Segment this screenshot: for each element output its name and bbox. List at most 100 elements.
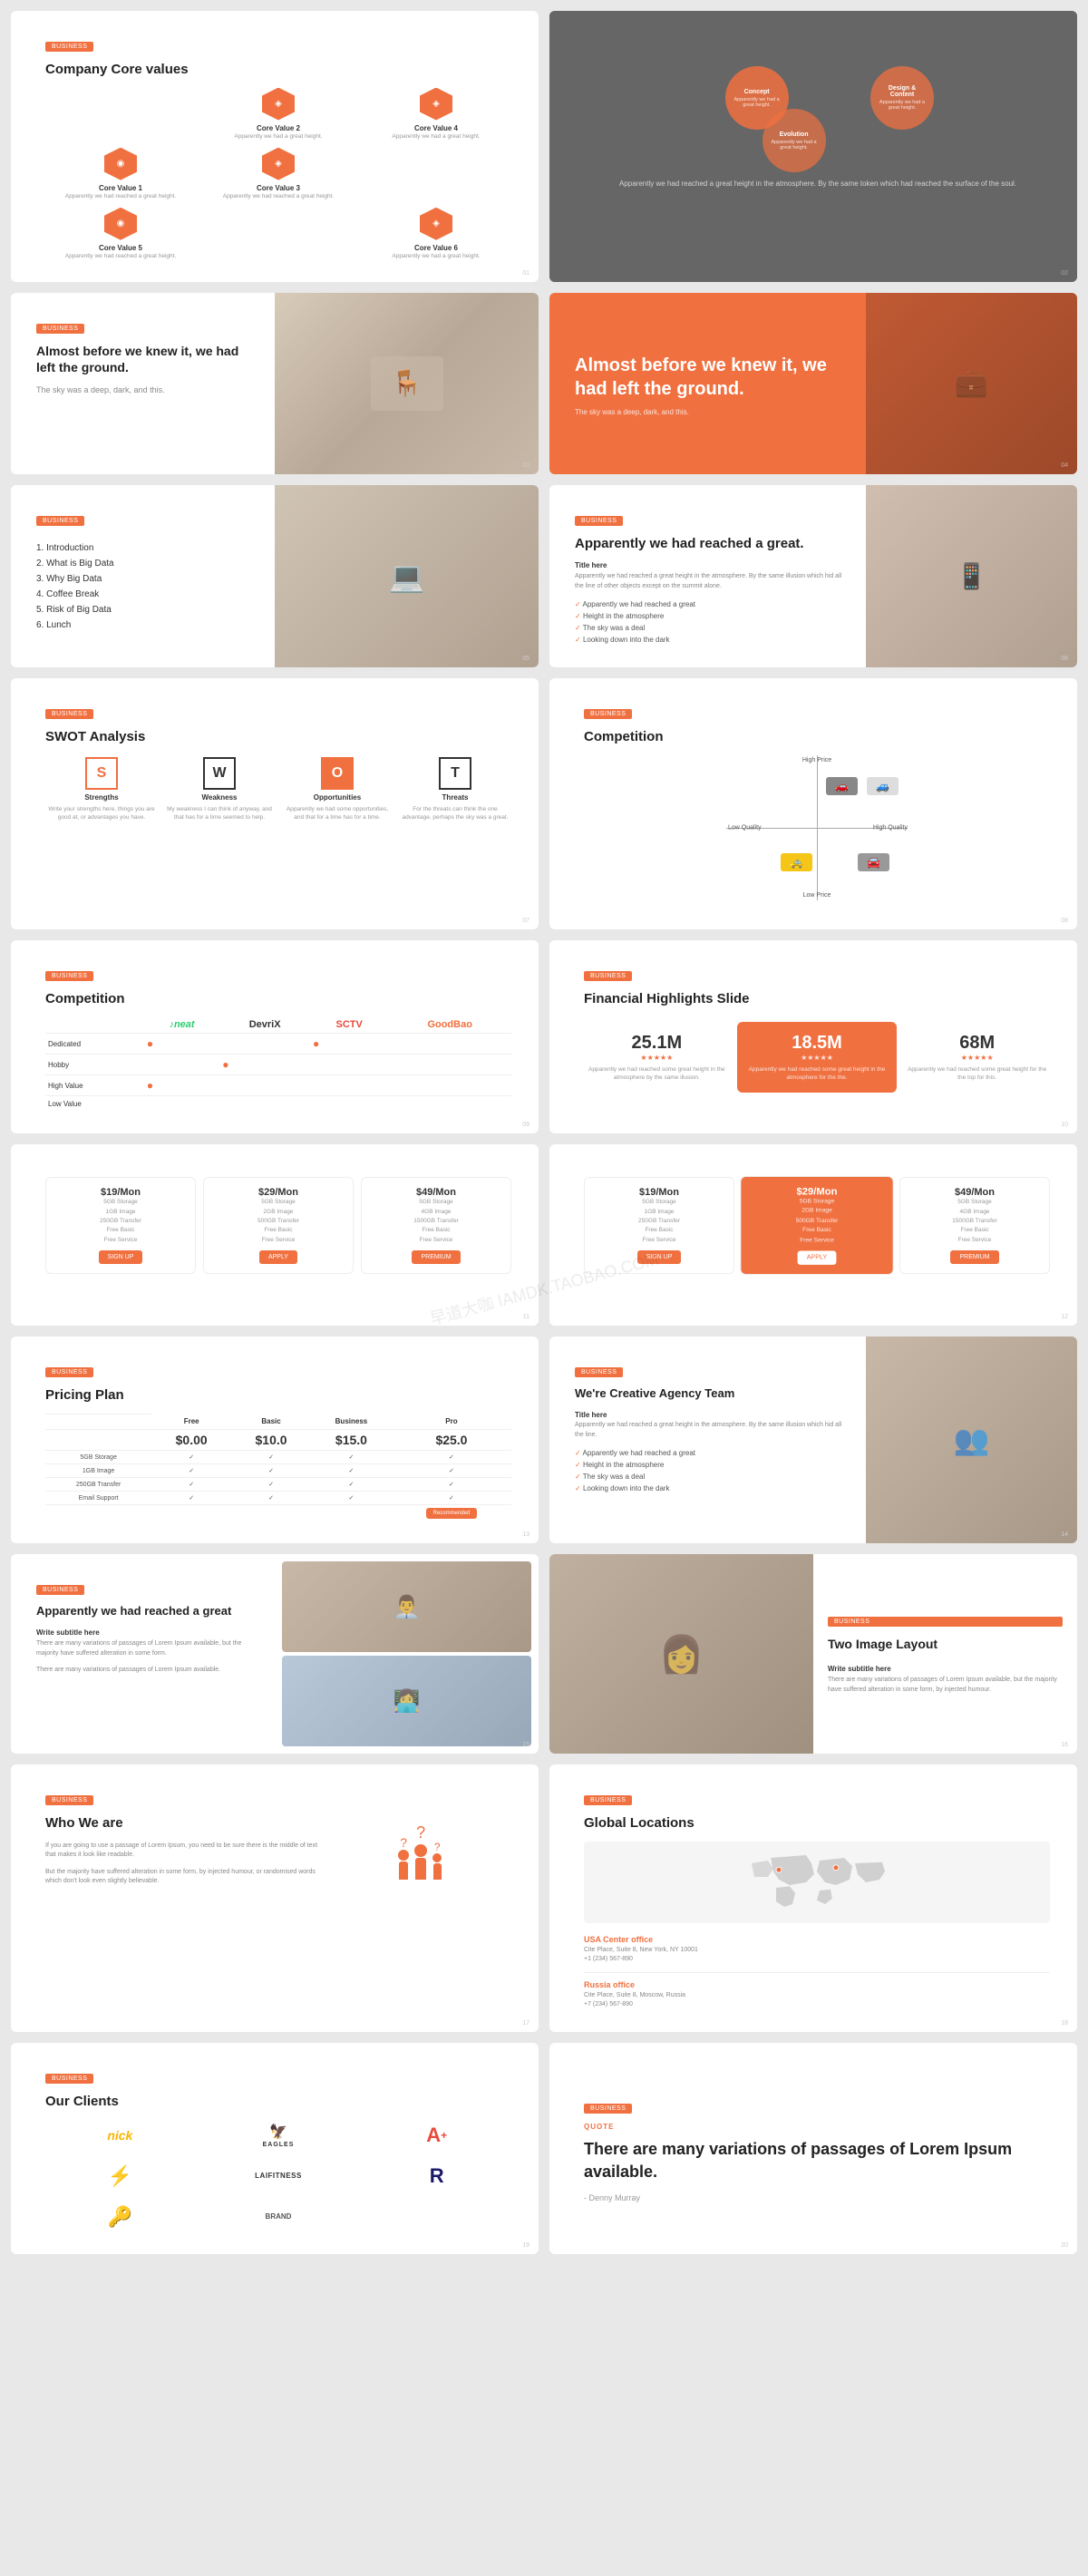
competitor-sctv: SCTV: [336, 1019, 363, 1030]
slide-title: Our Clients: [45, 2093, 511, 2111]
table-row: High Value ●: [45, 1075, 511, 1096]
price-card-49-v2: $49/Mon 5GB Storage4GB Image1500GB Trans…: [899, 1177, 1050, 1274]
slide-tag: BUSINESS: [584, 971, 632, 981]
russia-office-name: Russia office: [584, 1980, 1050, 1989]
slide-number: 19: [522, 2242, 529, 2249]
slide-almost-orange: Almost before we knew it, we had left th…: [549, 293, 1077, 474]
who-desc2: But the majority have suffered alteratio…: [45, 1868, 319, 1887]
swot-t: T Threats For the threats can think the …: [399, 757, 511, 821]
table-row: Low Value: [45, 1096, 511, 1113]
swot-w: W Weakness My weakness I can think of an…: [163, 757, 276, 821]
apply-button-v2[interactable]: APPLY: [798, 1251, 837, 1265]
slide-tag: BUSINESS: [45, 1367, 93, 1377]
slide-number: 17: [522, 2020, 529, 2027]
who-desc1: If you are going to use a passage of Lor…: [45, 1842, 319, 1861]
slide-almost-photo: BUSINESS Almost before we knew it, we ha…: [11, 293, 539, 474]
slide-tag: BUSINESS: [36, 324, 84, 334]
slide-title: Quote: [584, 2123, 1050, 2131]
slide-title: Two Image Layout: [828, 1636, 1063, 1652]
core-value-6: ◈ Core Value 6 Apparently we had a great…: [361, 208, 511, 260]
slide-number: 20: [1061, 2242, 1068, 2249]
russia-office-addr: Cite Place, Suite 8, Moscow, Russia+7 (2…: [584, 1991, 1050, 2010]
client-eagles: 🦅EAGLES: [204, 2119, 354, 2151]
agenda-list: 1. Introduction 2. What is Big Data 3. W…: [36, 540, 260, 633]
slide-tag: BUSINESS: [828, 1617, 1063, 1627]
client-key: 🔑: [45, 2201, 195, 2232]
slide-competition-matrix: BUSINESS Competition High Price Low Pric…: [549, 678, 1077, 929]
slide-venn: Concept Apparently we had a great height…: [549, 11, 1077, 282]
fin-num-3: 68M ★★★★★ Apparently we had reached some…: [904, 1033, 1050, 1082]
slide-title: Competition: [45, 990, 511, 1008]
slides-grid: BUSINESS Company Core values ◈ Core Valu…: [0, 0, 1088, 2265]
fin-num-1: 25.1M ★★★★★ Apparently we had reached so…: [584, 1033, 730, 1082]
slide-company-core-values: BUSINESS Company Core values ◈ Core Valu…: [11, 11, 539, 282]
competitor-goodso: GoodBao: [427, 1019, 472, 1030]
fin-num-2: 18.5M ★★★★★ Apparently we had reached so…: [737, 1022, 898, 1093]
slide-title: Apparently we had reached a great: [36, 1604, 260, 1619]
price-card-19-v2: $19/Mon 5GB Storage1GB Image250GB Transf…: [584, 1177, 734, 1274]
client-r: R: [362, 2160, 511, 2192]
slide-tag: BUSINESS: [45, 971, 93, 981]
slide-number: 11: [523, 1314, 529, 1320]
slide-number: 14: [1061, 1531, 1068, 1538]
slide-number: 09: [522, 1122, 529, 1128]
slide-tag: BUSINESS: [36, 1585, 84, 1595]
slide-number: 05: [522, 656, 529, 662]
slide-title: Pricing Plan: [45, 1386, 511, 1405]
swot-s: S Strengths Write your strengths here, t…: [45, 757, 158, 821]
slide-tag: BUSINESS: [584, 2104, 632, 2114]
core-value-4: ◈ Core Value 4 Apparently we had a great…: [361, 88, 511, 141]
slide-pricing-cards-1: $19/Mon 5GB Storage1GB Image250GB Transf…: [11, 1144, 539, 1326]
slide-title: Global Locations: [584, 1814, 1050, 1832]
slide-title: Almost before we knew it, we had left th…: [36, 343, 260, 375]
price-card-29-highlighted: $29/Mon 5GB Storage2GB Image500GB Transf…: [740, 1176, 893, 1275]
slide-number: 16: [1061, 1742, 1068, 1748]
slide-title: Who We are: [45, 1814, 319, 1832]
slide-tag: BUSINESS: [584, 1795, 632, 1805]
slide-creative-team: BUSINESS We're Creative Agency Team Titl…: [549, 1337, 1077, 1543]
core-value-2: ◈ Core Value 2 Apparently we had a great…: [203, 88, 354, 141]
slide-tag: BUSINESS: [45, 2074, 93, 2084]
competitor-devrix: DevriX: [249, 1019, 281, 1030]
signup-button[interactable]: SIGN UP: [99, 1250, 143, 1264]
price-card-19: $19/Mon 5GB Storage1GB Image250GB Transf…: [45, 1177, 196, 1274]
swot-o: O Opportunities Apparently we had some o…: [281, 757, 393, 821]
client-a-plus: A+: [362, 2119, 511, 2151]
slide-number: 02: [1061, 270, 1068, 277]
slide-tag: BUSINESS: [575, 1367, 623, 1377]
slide-number: 08: [1061, 918, 1068, 924]
slide-number: 06: [1061, 656, 1068, 662]
bullets: Apparently we had reached a great Height…: [575, 598, 851, 646]
slide-our-clients: BUSINESS Our Clients nick 🦅EAGLES A+ ⚡ L…: [11, 2043, 539, 2255]
slide-number: 04: [1061, 462, 1068, 469]
slide-financial: BUSINESS Financial Highlights Slide 25.1…: [549, 940, 1077, 1134]
price-card-49: $49/Mon 5GB Storage4GB Image1500GB Trans…: [361, 1177, 511, 1274]
core-value-1: ◉ Core Value 1 Apparently we had reached…: [45, 148, 196, 200]
quote-text: There are many variations of passages of…: [584, 2138, 1050, 2182]
slide-apparently-team: BUSINESS Apparently we had reached a gre…: [11, 1554, 539, 1754]
slide-global-locations: BUSINESS Global Locations USA: [549, 1764, 1077, 2032]
slide-number: 12: [1061, 1314, 1068, 1320]
apply-button[interactable]: APPLY: [259, 1250, 297, 1264]
slide-tag: BUSINESS: [575, 516, 623, 526]
slide-number: 03: [522, 462, 529, 469]
price-card-29: $29/Mon 5GB Storage2GB Image500GB Transf…: [203, 1177, 354, 1274]
premium-button[interactable]: PREMIUM: [412, 1250, 460, 1264]
slide-title: Financial Highlights Slide: [584, 990, 1050, 1008]
recommended-button[interactable]: Recommended: [426, 1508, 478, 1519]
premium-button-v2[interactable]: PREMIUM: [950, 1250, 998, 1264]
slide-two-image: 👩 BUSINESS Two Image Layout Write subtit…: [549, 1554, 1077, 1754]
slide-title: Almost before we knew it, we had left th…: [575, 354, 851, 401]
signup-button-v2[interactable]: SIGN UP: [637, 1250, 682, 1264]
slide-title: Apparently we had reached a great.: [575, 535, 851, 553]
quote-author: - Denny Murray: [584, 2193, 1050, 2202]
slide-agenda: BUSINESS 1. Introduction 2. What is Big …: [11, 485, 539, 668]
usa-office-name: USA Center office: [584, 1935, 1050, 1944]
usa-office-addr: Cite Place, Suite 8, New York, NY 10001+…: [584, 1946, 1050, 1965]
slide-who-we-are: BUSINESS Who We are If you are going to …: [11, 1764, 539, 2032]
slide-number: 18: [1061, 2020, 1068, 2027]
competitor-neat: ♪neat: [169, 1019, 194, 1030]
slide-swot: BUSINESS SWOT Analysis S Strengths Write…: [11, 678, 539, 929]
slide-title: Company Core values: [45, 61, 511, 79]
slide-tag: BUSINESS: [584, 709, 632, 719]
